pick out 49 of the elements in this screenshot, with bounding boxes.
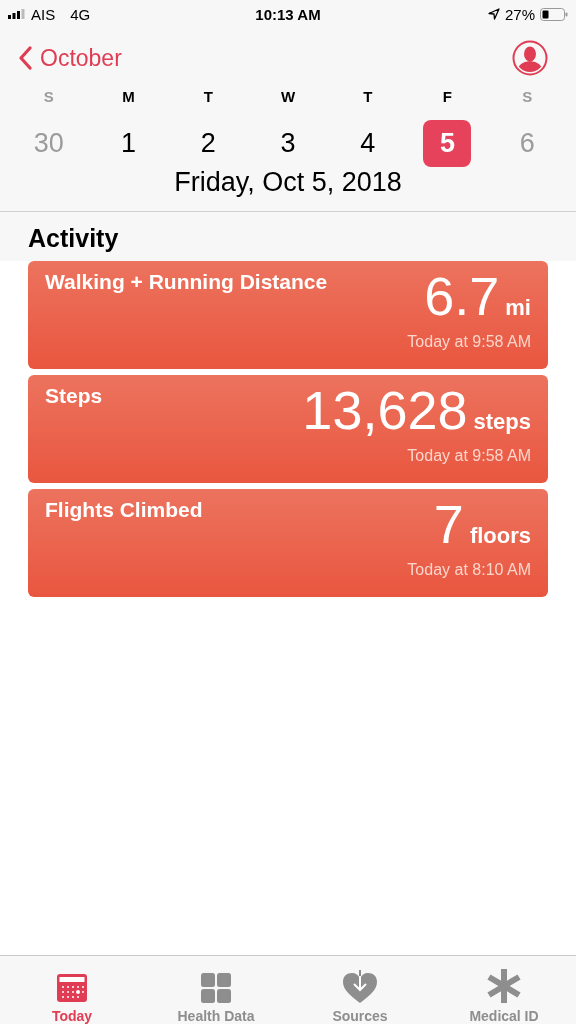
section-title: Activity — [0, 212, 576, 261]
timestamp: Today at 8:10 AM — [407, 561, 531, 579]
weekday-label: W — [280, 88, 296, 107]
weekday-label: M — [122, 88, 135, 107]
battery-icon — [540, 7, 568, 21]
carrier-name: AIS — [31, 5, 56, 23]
back-link[interactable]: October — [18, 44, 122, 72]
date-title: Friday, Oct 5, 2018 — [173, 167, 403, 198]
timestamp: Today at 9:58 AM — [407, 333, 531, 351]
heart-arrow-icon — [342, 970, 378, 1004]
metric-value: 13,628 — [302, 379, 468, 441]
location-arrow-icon — [487, 8, 500, 20]
battery-percent: 27% — [504, 5, 535, 23]
activity-card[interactable]: Walking + Running Distance 6.7 mi Today at 9:58 AM — [28, 261, 548, 369]
tab-button[interactable]: Today — [0, 956, 144, 1024]
weekday-label: T — [203, 88, 213, 107]
metric-unit: steps — [473, 409, 531, 435]
signal-icon — [8, 9, 26, 19]
calendar-icon — [56, 972, 88, 1004]
day-number[interactable]: 30 — [24, 120, 73, 167]
day-number[interactable]: 6 — [503, 120, 552, 167]
tab-button[interactable]: Sources — [288, 956, 432, 1024]
clock-time: 10:13 AM — [255, 5, 321, 23]
chevron-left-icon — [18, 46, 32, 70]
metric-unit: floors — [469, 523, 531, 549]
weekday-label: S — [43, 88, 54, 107]
card-title: Walking + Running Distance — [45, 270, 328, 293]
tab-button[interactable]: Health Data — [144, 956, 288, 1024]
card-title: Flights Climbed — [45, 498, 203, 521]
day-number[interactable]: 1 — [104, 120, 153, 167]
weekday-label: S — [522, 88, 533, 107]
grid-icon — [200, 972, 232, 1004]
metric-unit: mi — [505, 295, 531, 321]
activity-card[interactable]: Steps 13,628 steps Today at 9:58 AM — [28, 375, 548, 483]
day-number[interactable]: 3 — [264, 120, 312, 167]
timestamp: Today at 9:58 AM — [407, 447, 531, 465]
weekday-label: T — [363, 88, 373, 107]
metric-value: 7 — [433, 493, 464, 555]
day-number[interactable]: 4 — [343, 120, 392, 167]
metric-value: 6.7 — [424, 265, 500, 327]
asterisk-icon — [487, 968, 521, 1004]
weekday-label: F — [442, 88, 453, 107]
day-number[interactable]: 5 — [423, 120, 472, 167]
card-title: Steps — [45, 384, 103, 407]
network-type: 4G — [70, 5, 91, 23]
activity-card[interactable]: Flights Climbed 7 floors Today at 8:10 AM — [28, 489, 548, 597]
tab-button[interactable]: Medical ID — [432, 956, 576, 1024]
profile-icon[interactable] — [512, 40, 548, 76]
day-number[interactable]: 2 — [184, 120, 233, 167]
